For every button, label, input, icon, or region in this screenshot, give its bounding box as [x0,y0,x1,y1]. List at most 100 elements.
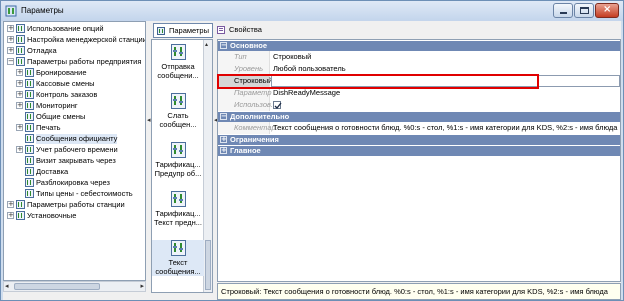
prop-row-comment[interactable]: Комментар... Текст сообщения о готовност… [218,122,620,134]
tab-properties[interactable]: Свойства [214,23,274,38]
tree-item-label: Отладка [27,46,57,55]
parameter-icon [25,156,34,165]
minimize-button[interactable] [553,3,573,18]
tree-item-label: Доставка [36,167,69,176]
parameter-list-item[interactable]: Отправка сообщени... [152,44,204,80]
parameter-list-label: Тарификац... [155,209,201,218]
properties-icon [217,26,225,34]
expand-icon[interactable]: + [16,80,23,87]
parameter-icon [25,189,34,198]
parameter-list-label: Предупр об... [154,169,202,178]
expand-icon[interactable]: + [7,212,14,219]
parameter-icon [25,134,34,143]
parameter-list-label: Отправка [161,62,195,71]
tree-item-label: Кассовые смены [36,79,95,88]
parameter-list-label: сообщен... [159,120,197,129]
expand-icon[interactable]: + [16,124,23,131]
prop-name: Тип [218,51,270,63]
collapse-icon[interactable]: − [220,42,227,49]
parameter-icon [16,24,25,33]
expand-icon[interactable]: + [7,201,14,208]
parameter-list-item[interactable]: Слать сообщен... [152,93,204,129]
parameter-list-item[interactable]: Текст сообщения... [152,240,204,276]
parameter-icon [170,93,186,109]
tree-item-label: Установочные [27,211,77,220]
prop-value: Текст сообщения о готовности блюд. %0:s … [273,123,618,132]
parameter-icon [25,79,34,88]
close-button[interactable]: × [595,3,619,18]
parameter-icon [16,57,25,66]
category-limits[interactable]: + Ограничения [218,135,620,145]
tree-item-label: Типы цены - себестоимость [36,189,133,198]
scroll-thumb[interactable] [205,240,211,290]
parameter-icon [25,68,34,77]
prop-name: Использов... [218,99,277,111]
close-icon: × [603,4,612,15]
scroll-left-icon[interactable]: ◂ [5,282,9,290]
category-label: Дополнительно [230,112,290,121]
maximize-button[interactable] [574,3,594,18]
parameter-list: ▴ Отправка сообщени... Слать сообщен... Тари… [151,39,213,293]
tab-parameters[interactable]: Параметры [153,23,213,38]
scroll-up-icon[interactable]: ▴ [205,41,208,48]
maximize-icon [580,7,589,14]
settings-window: Параметры × + Использование опций + Настрой… [0,0,624,301]
parameter-icon [170,44,186,60]
expand-icon[interactable]: + [7,47,14,54]
window-title: Параметры [21,6,64,15]
parameter-icon [16,211,25,220]
parameter-list-label: Тарификац... [155,160,201,169]
use-checkbox[interactable] [273,101,282,109]
view-tabs: Параметры Свойства [153,23,619,38]
tree-item-label: Параметры работы предприятия [27,57,142,66]
expand-icon[interactable]: + [16,146,23,153]
parameter-icon [25,123,34,132]
prop-row-use[interactable]: Использов... [218,99,620,111]
prop-value: Строковый [273,52,312,61]
title-bar[interactable]: Параметры × [1,1,623,21]
expand-icon[interactable]: + [7,36,14,43]
parameter-icon [16,46,25,55]
highlight-frame [217,74,539,89]
tree-item-label: Использование опций [27,24,104,33]
scroll-thumb[interactable] [14,283,100,290]
collapse-icon[interactable]: − [220,113,227,120]
tree-item-label: Общие смены [36,112,86,121]
expand-icon[interactable]: + [7,25,14,32]
settings-tree[interactable]: + Использование опций + Настройка менеджерс… [3,21,146,281]
parameter-icon [170,191,186,207]
category-general[interactable]: + Главное [218,146,620,156]
expand-icon[interactable]: + [220,147,227,154]
category-label: Ограничения [230,135,279,144]
expand-icon[interactable]: + [16,102,23,109]
minimize-icon [560,12,567,14]
tree-item-label: Сообщения официанту [36,134,118,144]
expand-icon[interactable]: + [16,69,23,76]
category-extra[interactable]: − Дополнительно [218,112,620,122]
parameter-icon [25,101,34,110]
parameter-list-item[interactable]: Тарификац... Предупр об... [152,142,204,178]
tree-item-label: Печать [36,123,61,132]
parameter-list-item[interactable]: Тарификац... Текст предн... [152,191,204,227]
parameter-list-label: сообщени... [157,71,199,80]
parameter-icon [16,200,25,209]
scroll-right-icon[interactable]: ▸ [140,282,144,290]
category-label: Основное [230,41,268,50]
parameter-icon [25,178,34,187]
parameter-icon [25,90,34,99]
expand-icon[interactable]: + [220,136,227,143]
app-icon [5,5,17,17]
tree-item-label: Бронирование [36,68,87,77]
tree-item-label: Параметры работы станции [27,200,125,209]
prop-value [271,99,620,111]
collapse-icon[interactable]: − [7,58,14,65]
prop-row-type[interactable]: Тип Строковый [218,51,620,63]
tree-item-label: Визит закрывать через [36,156,116,165]
expand-icon[interactable]: + [16,91,23,98]
category-main[interactable]: − Основное [218,41,620,51]
parameter-icon [170,240,186,256]
description-panel: Строковый: Текст сообщения о готовности … [217,283,621,300]
parameter-list-scrollbar[interactable]: ▴ [203,40,212,292]
tree-horizontal-scrollbar[interactable]: ◂ ▸ [3,281,146,292]
tree-item-label: Мониторинг [36,101,78,110]
